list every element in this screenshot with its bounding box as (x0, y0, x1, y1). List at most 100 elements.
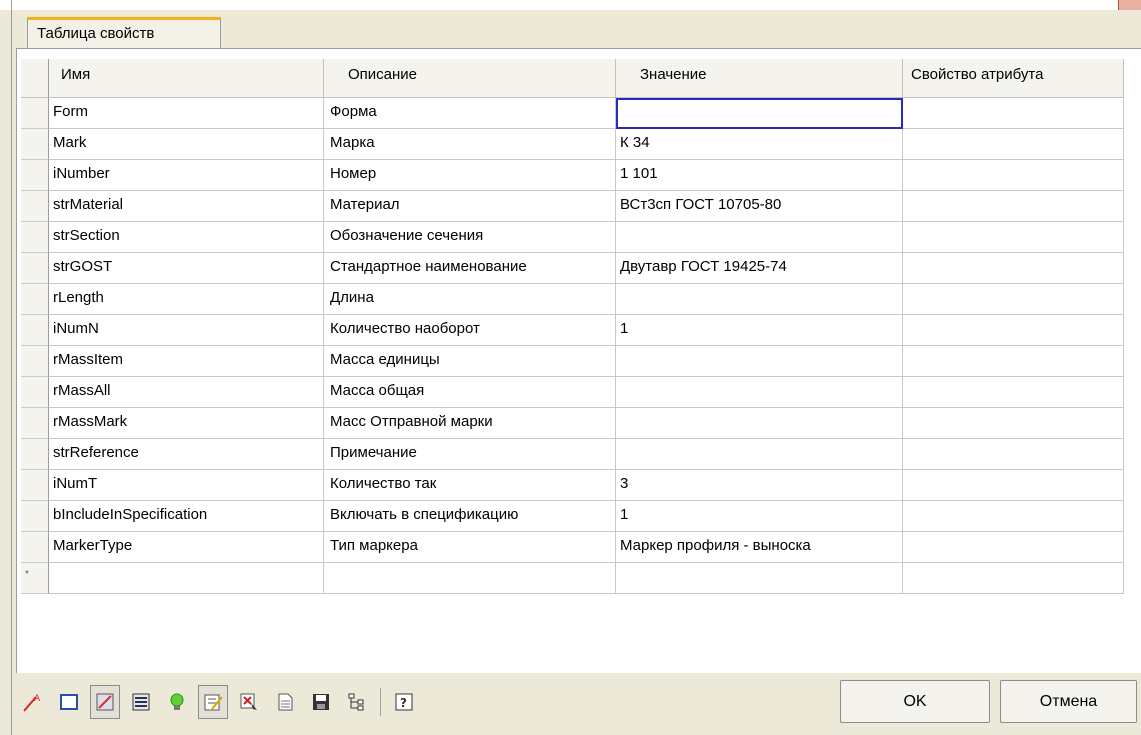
table-row[interactable]: rMassItem Масса единицы (21, 346, 1141, 377)
attribute-cell[interactable] (903, 222, 1124, 253)
table-row[interactable]: rLength Длина (21, 284, 1141, 315)
row-selector[interactable] (21, 439, 49, 470)
description-cell[interactable]: Номер (324, 160, 616, 191)
description-cell[interactable]: Форма (324, 98, 616, 129)
name-cell[interactable]: MarkerType (49, 532, 324, 563)
name-cell[interactable]: rMassItem (49, 346, 324, 377)
new-row-name-cell[interactable] (49, 563, 324, 594)
table-row[interactable]: bIncludeInSpecification Включать в специф… (21, 501, 1141, 532)
attribute-cell[interactable] (903, 160, 1124, 191)
row-selector[interactable] (21, 532, 49, 563)
description-cell[interactable]: Масса единицы (324, 346, 616, 377)
row-selector[interactable] (21, 129, 49, 160)
row-selector[interactable] (21, 284, 49, 315)
table-row[interactable]: strMaterial Материал ВСт3сп ГОСТ 10705-80 (21, 191, 1141, 222)
value-cell[interactable] (616, 284, 903, 315)
row-selector[interactable] (21, 408, 49, 439)
table-row[interactable]: strSection Обозначение сечения (21, 222, 1141, 253)
close-button-fragment[interactable] (1118, 0, 1141, 10)
table-row[interactable]: iNumT Количество так 3 (21, 470, 1141, 501)
name-cell[interactable]: strReference (49, 439, 324, 470)
select-delete-icon[interactable] (234, 685, 264, 719)
table-row[interactable]: rMassMark Масс Отправной марки (21, 408, 1141, 439)
description-cell[interactable]: Примечание (324, 439, 616, 470)
description-cell[interactable]: Марка (324, 129, 616, 160)
table-row[interactable]: iNumber Номер 1 101 (21, 160, 1141, 191)
table-row[interactable]: strReference Примечание (21, 439, 1141, 470)
attribute-cell[interactable] (903, 346, 1124, 377)
lightbulb-icon[interactable] (162, 685, 192, 719)
value-cell[interactable]: 1 (616, 315, 903, 346)
save-icon[interactable] (306, 685, 336, 719)
name-cell[interactable]: rMassAll (49, 377, 324, 408)
row-selector[interactable] (21, 315, 49, 346)
description-cell[interactable]: Тип маркера (324, 532, 616, 563)
value-cell[interactable] (616, 377, 903, 408)
attribute-cell[interactable] (903, 408, 1124, 439)
row-selector-header[interactable] (21, 59, 49, 98)
column-header-attribute[interactable]: Свойство атрибута (903, 59, 1124, 98)
column-header-value[interactable]: Значение (616, 59, 903, 98)
value-cell[interactable]: 1 (616, 501, 903, 532)
tree-icon[interactable] (342, 685, 372, 719)
value-cell[interactable]: К 34 (616, 129, 903, 160)
description-cell[interactable]: Стандартное наименование (324, 253, 616, 284)
name-cell[interactable]: iNumN (49, 315, 324, 346)
description-cell[interactable]: Масса общая (324, 377, 616, 408)
description-cell[interactable]: Обозначение сечения (324, 222, 616, 253)
column-header-description[interactable]: Описание (324, 59, 616, 98)
value-cell[interactable]: 1 101 (616, 160, 903, 191)
description-cell[interactable]: Материал (324, 191, 616, 222)
name-cell[interactable]: Form (49, 98, 324, 129)
description-cell[interactable]: Включать в спецификацию (324, 501, 616, 532)
value-cell[interactable] (616, 439, 903, 470)
new-row[interactable]: * (21, 563, 1141, 594)
edit-document-icon[interactable] (198, 685, 228, 719)
description-cell[interactable]: Масс Отправной марки (324, 408, 616, 439)
attribute-cell[interactable] (903, 532, 1124, 563)
document-icon[interactable] (270, 685, 300, 719)
leader-icon[interactable]: A (18, 685, 48, 719)
description-cell[interactable]: Количество наоборот (324, 315, 616, 346)
description-cell[interactable]: Длина (324, 284, 616, 315)
value-cell[interactable]: ВСт3сп ГОСТ 10705-80 (616, 191, 903, 222)
attribute-cell[interactable] (903, 501, 1124, 532)
table-row[interactable]: iNumN Количество наоборот 1 (21, 315, 1141, 346)
new-row-description-cell[interactable] (324, 563, 616, 594)
table-row[interactable]: rMassAll Масса общая (21, 377, 1141, 408)
row-selector[interactable] (21, 346, 49, 377)
table-row[interactable]: Form Форма (21, 98, 1141, 129)
row-selector[interactable] (21, 191, 49, 222)
description-cell[interactable]: Количество так (324, 470, 616, 501)
table-row[interactable]: Mark Марка К 34 (21, 129, 1141, 160)
attribute-cell[interactable] (903, 315, 1124, 346)
value-cell[interactable]: Маркер профиля - выноска (616, 532, 903, 563)
attribute-cell[interactable] (903, 377, 1124, 408)
attribute-cell[interactable] (903, 191, 1124, 222)
name-cell[interactable]: rLength (49, 284, 324, 315)
name-cell[interactable]: iNumber (49, 160, 324, 191)
row-selector[interactable] (21, 501, 49, 532)
name-cell[interactable]: strGOST (49, 253, 324, 284)
value-cell[interactable]: 3 (616, 470, 903, 501)
row-selector[interactable] (21, 253, 49, 284)
attribute-cell[interactable] (903, 129, 1124, 160)
name-cell[interactable]: rMassMark (49, 408, 324, 439)
value-cell[interactable] (616, 408, 903, 439)
rectangle-icon[interactable] (54, 685, 84, 719)
value-cell[interactable] (616, 222, 903, 253)
table-row[interactable]: strGOST Стандартное наименование Двутавр Г… (21, 253, 1141, 284)
cancel-button[interactable]: Отмена (1000, 680, 1137, 723)
form-icon[interactable] (126, 685, 156, 719)
value-cell[interactable] (616, 346, 903, 377)
table-row[interactable]: MarkerType Тип маркера Маркер профиля - вы… (21, 532, 1141, 563)
name-cell[interactable]: bIncludeInSpecification (49, 501, 324, 532)
row-selector[interactable] (21, 98, 49, 129)
row-selector[interactable] (21, 222, 49, 253)
ok-button[interactable]: OK (840, 680, 990, 723)
help-icon[interactable]: ? (389, 685, 419, 719)
new-row-attribute-cell[interactable] (903, 563, 1124, 594)
name-cell[interactable]: Mark (49, 129, 324, 160)
value-cell[interactable] (616, 98, 903, 129)
attribute-cell[interactable] (903, 470, 1124, 501)
